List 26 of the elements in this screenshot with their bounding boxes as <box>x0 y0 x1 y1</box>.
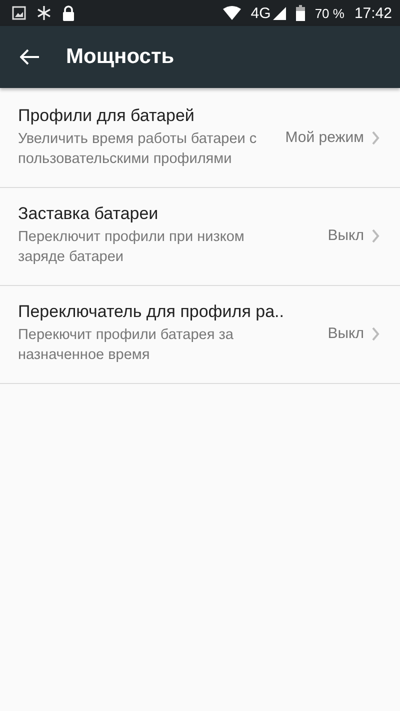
back-button[interactable] <box>20 49 40 65</box>
item-value: Мой режим <box>285 129 364 146</box>
screen-title: Мощность <box>66 45 174 69</box>
item-value: Выкл <box>328 325 364 342</box>
battery-percent: 70 % <box>314 6 344 20</box>
wifi-icon <box>222 6 241 20</box>
settings-item[interactable]: Переключатель для профиля ра.. Перекючит профили батарея за назначенное время Выкл <box>0 286 400 384</box>
item-title: Заставка батареи <box>18 204 160 224</box>
snowflake-icon <box>36 5 52 21</box>
settings-item[interactable]: Профили для батарей Увеличить время работы батареи с пользовательскими профилями Мой режим <box>0 88 400 188</box>
battery-icon <box>296 5 305 21</box>
lock-icon <box>62 5 75 21</box>
signal-icon <box>272 6 286 20</box>
item-title: Переключатель для профиля ра.. <box>18 302 285 322</box>
clock: 17:42 <box>354 4 392 22</box>
item-value: Выкл <box>328 227 364 244</box>
item-summary: Переключит профили при низком заряде батареи <box>18 228 246 267</box>
item-title: Профили для батарей <box>18 106 196 126</box>
image-icon <box>12 6 26 20</box>
settings-item[interactable]: Заставка батареи Переключит профили при низком заряде батареи Выкл <box>0 188 400 286</box>
chevron-icon <box>372 326 380 340</box>
item-summary: Перекючит профили батарея за назначенное время <box>18 326 234 365</box>
chevron-icon <box>372 130 380 144</box>
network-type: 4G <box>250 4 271 22</box>
item-summary: Увеличить время работы батареи с пользовательскими профилями <box>18 130 258 169</box>
chevron-icon <box>372 228 380 242</box>
